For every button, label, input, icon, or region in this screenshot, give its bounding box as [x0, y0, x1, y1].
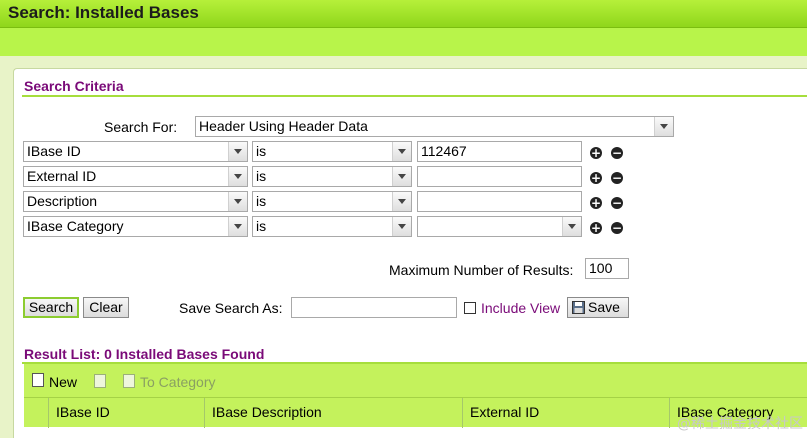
chevron-down-icon[interactable]: [228, 217, 247, 236]
search-for-value: Header Using Header Data: [199, 118, 368, 134]
chevron-down-icon[interactable]: [562, 217, 581, 236]
criteria-field-select-3[interactable]: Description: [23, 191, 248, 212]
chevron-down-icon[interactable]: [228, 142, 247, 161]
category-document-icon: [123, 374, 135, 388]
watermark-text: @稀土掘金技术社区: [677, 416, 803, 432]
chevron-down-icon[interactable]: [392, 217, 411, 236]
plus-circle-icon[interactable]: +: [590, 222, 602, 234]
minus-circle-icon[interactable]: −: [611, 197, 623, 209]
plus-circle-icon[interactable]: +: [590, 172, 602, 184]
chevron-down-icon[interactable]: [228, 192, 247, 211]
plus-circle-icon[interactable]: +: [590, 147, 602, 159]
new-document-icon[interactable]: [32, 373, 44, 387]
column-header-ibase-description[interactable]: IBase Description: [212, 404, 322, 420]
copy-icon: [94, 374, 106, 388]
save-button-label: Save: [588, 299, 620, 315]
criteria-field-value: IBase Category: [27, 218, 124, 234]
column-separator: [48, 398, 49, 428]
criteria-value-input-2[interactable]: [417, 166, 582, 187]
column-header-external-id[interactable]: External ID: [470, 404, 539, 420]
criteria-value-select-4[interactable]: [417, 216, 582, 237]
chevron-down-icon[interactable]: [228, 167, 247, 186]
criteria-operator-select-2[interactable]: is: [252, 166, 412, 187]
search-for-label: Search For:: [104, 119, 178, 135]
chevron-down-icon[interactable]: [392, 167, 411, 186]
floppy-disk-icon: [572, 301, 585, 314]
chevron-down-icon[interactable]: [392, 192, 411, 211]
column-separator: [669, 398, 670, 428]
minus-circle-icon[interactable]: −: [611, 222, 623, 234]
criteria-operator-select-1[interactable]: is: [252, 141, 412, 162]
search-for-select[interactable]: Header Using Header Data: [195, 116, 674, 137]
include-view-label[interactable]: Include View: [481, 300, 560, 316]
save-search-label: Save Search As:: [179, 300, 283, 316]
save-search-input[interactable]: [291, 297, 457, 318]
minus-circle-icon[interactable]: −: [611, 172, 623, 184]
criteria-operator-value: is: [256, 168, 267, 184]
search-criteria-heading: Search Criteria: [24, 78, 124, 94]
criteria-value-input-1[interactable]: 112467: [417, 141, 582, 162]
include-view-checkbox[interactable]: [464, 302, 476, 314]
criteria-field-value: External ID: [27, 168, 97, 184]
search-criteria-divider: [22, 95, 807, 97]
criteria-field-value: Description: [27, 193, 98, 209]
criteria-field-select-2[interactable]: External ID: [23, 166, 248, 187]
criteria-operator-value: is: [256, 143, 267, 159]
search-button[interactable]: Search: [23, 297, 79, 318]
max-results-label: Maximum Number of Results:: [389, 262, 574, 278]
save-button[interactable]: Save: [567, 297, 629, 318]
plus-circle-icon[interactable]: +: [590, 197, 602, 209]
column-header-ibase-id[interactable]: IBase ID: [56, 404, 110, 420]
criteria-operator-value: is: [256, 193, 267, 209]
criteria-value-input-3[interactable]: [417, 191, 582, 212]
result-list-heading: Result List: 0 Installed Bases Found: [24, 346, 265, 362]
criteria-field-select-4[interactable]: IBase Category: [23, 216, 248, 237]
chevron-down-icon[interactable]: [654, 117, 673, 136]
sub-header-bar: [0, 28, 807, 56]
clear-button[interactable]: Clear: [83, 297, 129, 318]
column-separator: [462, 398, 463, 428]
criteria-operator-select-3[interactable]: is: [252, 191, 412, 212]
criteria-operator-value: is: [256, 218, 267, 234]
page-title: Search: Installed Bases: [8, 3, 199, 22]
criteria-field-value: IBase ID: [27, 143, 81, 159]
title-bar: Search: Installed Bases: [0, 0, 807, 28]
criteria-field-select-1[interactable]: IBase ID: [23, 141, 248, 162]
new-button[interactable]: New: [49, 374, 77, 390]
max-results-input[interactable]: 100: [585, 258, 629, 279]
minus-circle-icon[interactable]: −: [611, 147, 623, 159]
column-separator: [204, 398, 205, 428]
criteria-operator-select-4[interactable]: is: [252, 216, 412, 237]
to-category-button: To Category: [140, 374, 216, 390]
chevron-down-icon[interactable]: [392, 142, 411, 161]
